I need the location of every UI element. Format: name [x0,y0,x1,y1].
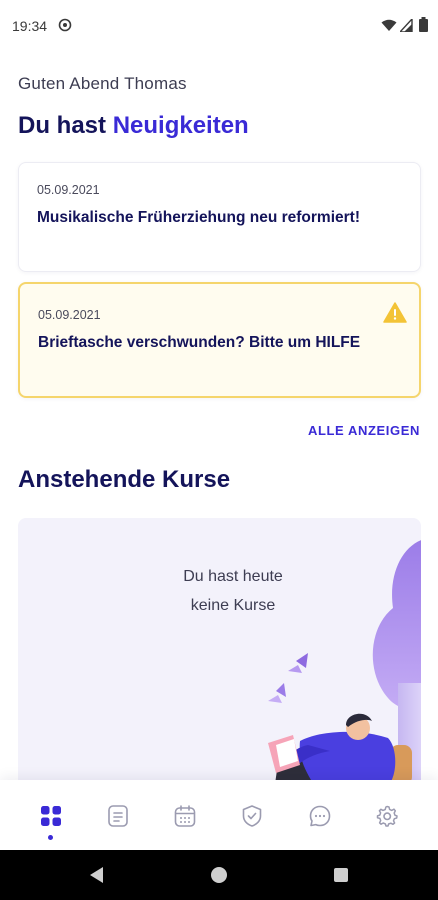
news-card[interactable]: 05.09.2021 Musikalische Früherziehung ne… [18,162,421,272]
document-icon [108,805,128,827]
nav-dashboard[interactable] [37,802,65,830]
news-card-warning[interactable]: 05.09.2021 Brieftasche verschwunden? Bit… [18,282,421,398]
active-nav-indicator [48,835,53,840]
news-date: 05.09.2021 [38,308,101,322]
news-title: Musikalische Früherziehung neu reformier… [37,209,360,226]
courses-heading: Anstehende Kurse [18,466,231,493]
recent-apps-icon[interactable] [334,868,348,882]
news-heading-accent: Neuigkeiten [112,112,249,139]
bottom-navigation [0,780,438,850]
show-all-link[interactable]: ALLE ANZEIGEN [308,423,420,438]
gear-icon [376,805,398,827]
calendar-icon [174,805,196,827]
home-icon[interactable] [211,867,227,883]
warning-icon [383,302,407,323]
status-bar: 19:34 [0,0,438,52]
dashboard-icon [41,806,61,826]
news-heading: Du hast Neuigkeiten [18,112,249,140]
chat-icon [309,805,331,827]
signal-icon [400,19,413,32]
nav-documents[interactable] [104,802,132,830]
nav-settings[interactable] [373,802,401,830]
sync-status-icon [58,18,72,32]
greeting-text: Guten Abend Thomas [18,74,187,93]
news-title: Brieftasche verschwunden? Bitte um HILFE [38,334,361,351]
courses-empty-card: Du hast heute keine Kurse [18,518,421,798]
status-time: 19:34 [12,18,48,34]
wifi-icon [381,19,397,31]
back-icon[interactable] [88,866,106,884]
news-date: 05.09.2021 [37,183,100,197]
shield-check-icon [242,805,262,827]
news-heading-prefix: Du hast [18,112,107,139]
system-navigation-bar [0,850,438,900]
battery-icon [419,17,428,32]
reading-person-illustration [268,540,421,798]
nav-security[interactable] [238,802,266,830]
nav-chat[interactable] [306,802,334,830]
nav-calendar[interactable] [171,802,199,830]
